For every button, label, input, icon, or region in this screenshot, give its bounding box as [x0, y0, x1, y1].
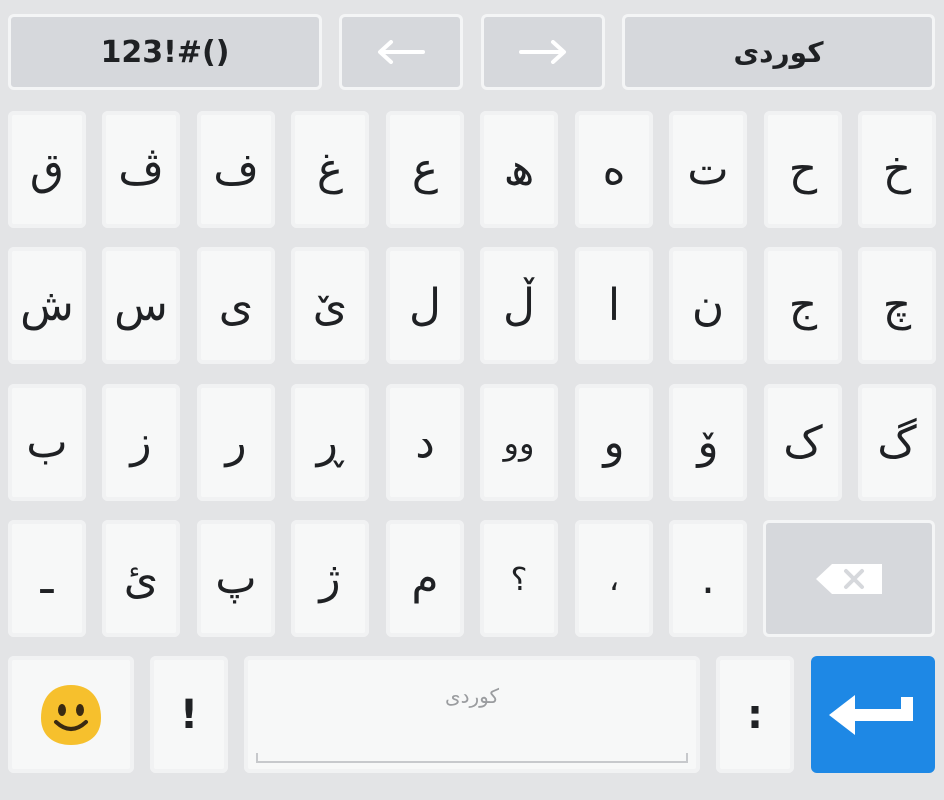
key-label: ن: [691, 279, 725, 331]
key-jim[interactable]: ج: [764, 247, 842, 364]
key-lam[interactable]: ل: [386, 247, 464, 364]
key-label: وو: [503, 423, 535, 462]
key-kaf[interactable]: ک: [764, 384, 842, 501]
key-label: غ: [316, 143, 344, 195]
space-key[interactable]: کوردی: [244, 656, 700, 773]
key-label: ڤ: [118, 143, 164, 195]
key-mim[interactable]: م: [386, 520, 464, 637]
key-label: ش: [20, 279, 74, 331]
colon-key[interactable]: :: [716, 656, 794, 773]
key-label: ل: [409, 279, 441, 331]
key-label: ژ: [319, 552, 341, 604]
key-nun[interactable]: ن: [669, 247, 747, 364]
key-label: ر: [225, 416, 247, 468]
key-label: ت: [687, 143, 729, 195]
key-ae[interactable]: ە: [575, 111, 653, 228]
key-label: ئ: [123, 552, 159, 604]
key-te[interactable]: ت: [669, 111, 747, 228]
key-lam-v[interactable]: ڵ: [480, 247, 558, 364]
key-label: ج: [788, 279, 818, 331]
language-key[interactable]: کوردی: [622, 14, 935, 90]
key-double-waw[interactable]: وو: [480, 384, 558, 501]
symbols-key[interactable]: 123!#(): [8, 14, 322, 90]
key-tatweel[interactable]: ـ: [8, 520, 86, 637]
enter-key[interactable]: [811, 656, 935, 773]
key-label: م: [411, 552, 439, 604]
key-label: پ: [215, 552, 257, 604]
key-ghayn[interactable]: غ: [291, 111, 369, 228]
key-label: ح: [788, 143, 818, 195]
key-khe[interactable]: خ: [858, 111, 936, 228]
key-re[interactable]: ر: [197, 384, 275, 501]
key-label: د: [415, 416, 435, 468]
key-label: خ: [882, 143, 912, 195]
key-waw-v[interactable]: ۆ: [669, 384, 747, 501]
key-label: و: [603, 416, 625, 468]
cursor-left-key[interactable]: [339, 14, 463, 90]
key-label: چ: [882, 279, 912, 331]
key-be[interactable]: ب: [8, 384, 86, 501]
key-fe[interactable]: ف: [197, 111, 275, 228]
key-label: ،: [608, 559, 620, 598]
key-sin[interactable]: س: [102, 247, 180, 364]
key-label: ھ: [503, 143, 535, 195]
backspace-key[interactable]: [763, 520, 935, 637]
key-label: ا: [607, 279, 621, 331]
key-label: ز: [130, 416, 152, 468]
key-pe[interactable]: پ: [197, 520, 275, 637]
key-label: ۆ: [697, 416, 719, 468]
key-label: ی: [218, 279, 254, 331]
enter-arrow-icon: [829, 694, 913, 735]
key-label: س: [114, 279, 168, 331]
left-arrow-icon: [378, 40, 425, 64]
key-label: ڕ: [316, 416, 344, 468]
key-qaf[interactable]: ق: [8, 111, 86, 228]
backspace-icon: [816, 563, 882, 594]
exclamation-key[interactable]: !: [150, 656, 228, 773]
key-he[interactable]: ھ: [480, 111, 558, 228]
key-label: گ: [877, 416, 917, 468]
key-shin[interactable]: ش: [8, 247, 86, 364]
key-alef[interactable]: ا: [575, 247, 653, 364]
key-label: :: [747, 691, 763, 738]
key-zhe[interactable]: ژ: [291, 520, 369, 637]
key-label: ق: [29, 143, 65, 195]
key-label: ڵ: [503, 279, 535, 331]
key-label: .: [701, 552, 715, 604]
space-bar-indicator: [256, 753, 688, 763]
key-label: ە: [602, 143, 626, 195]
key-label: !: [179, 691, 199, 738]
key-period[interactable]: .: [669, 520, 747, 637]
key-ye[interactable]: ی: [197, 247, 275, 364]
key-label: ب: [26, 416, 68, 468]
key-ze[interactable]: ز: [102, 384, 180, 501]
language-label: کوردی: [733, 35, 824, 69]
key-label: ؟: [510, 559, 528, 598]
key-ayn[interactable]: ع: [386, 111, 464, 228]
key-comma[interactable]: ،: [575, 520, 653, 637]
key-che[interactable]: چ: [858, 247, 936, 364]
cursor-right-key[interactable]: [481, 14, 605, 90]
key-ve[interactable]: ڤ: [102, 111, 180, 228]
key-hha[interactable]: ح: [764, 111, 842, 228]
key-label: ف: [213, 143, 259, 195]
key-label: ک: [783, 416, 823, 468]
symbols-label: 123!#(): [100, 34, 230, 70]
space-language-label: کوردی: [444, 684, 500, 708]
key-label: ێ: [312, 279, 348, 331]
key-rre[interactable]: ڕ: [291, 384, 369, 501]
key-question[interactable]: ؟: [480, 520, 558, 637]
key-hamza-ye[interactable]: ئ: [102, 520, 180, 637]
key-gaf[interactable]: گ: [858, 384, 936, 501]
key-ye-v[interactable]: ێ: [291, 247, 369, 364]
emoji-key[interactable]: [8, 656, 134, 773]
key-label: ـ: [40, 552, 54, 604]
right-arrow-icon: [519, 40, 566, 64]
key-waw[interactable]: و: [575, 384, 653, 501]
smiley-emoji-icon: [41, 684, 101, 745]
key-label: ع: [411, 143, 439, 195]
key-dal[interactable]: د: [386, 384, 464, 501]
